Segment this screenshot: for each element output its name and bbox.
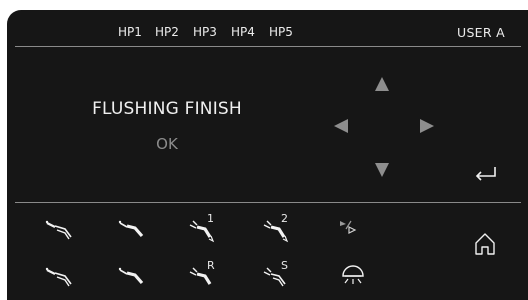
handpiece-r-button[interactable]: R: [187, 259, 223, 292]
scaler-tool-button[interactable]: [43, 215, 79, 245]
handpiece-s-label: S: [281, 259, 288, 272]
arrow-down-icon[interactable]: [375, 163, 389, 177]
handpiece-r-label: R: [207, 259, 215, 272]
scaler-2-icon: [45, 267, 72, 287]
status-message: FLUSHING FINISH: [92, 99, 242, 119]
hp2-tab[interactable]: HP2: [155, 25, 179, 39]
control-panel-screen: HP1 HP2 HP3 HP4 HP5 USER A FLUSHING FINI…: [7, 10, 528, 300]
handpiece-s-icon: [263, 267, 286, 287]
user-label[interactable]: USER A: [457, 25, 505, 40]
hp5-tab[interactable]: HP5: [269, 25, 293, 39]
enter-icon: [475, 167, 496, 181]
air-syringe-button[interactable]: [115, 215, 151, 245]
home-button[interactable]: [474, 232, 496, 256]
bottom-divider: [15, 202, 521, 203]
handpiece-1-icon: [189, 220, 215, 243]
home-icon: [475, 233, 495, 255]
air-syringe-2-button[interactable]: [115, 262, 151, 292]
light-icon: [342, 265, 364, 284]
hp4-tab[interactable]: HP4: [231, 25, 255, 39]
top-divider: [15, 46, 521, 47]
foot-pedal-button[interactable]: [335, 215, 371, 245]
arrow-up-icon[interactable]: [375, 77, 389, 91]
handpiece-1-label: 1: [207, 212, 214, 225]
handpiece-2-button[interactable]: 2: [261, 212, 297, 245]
top-bar: HP1 HP2 HP3 HP4 HP5 USER A: [7, 10, 528, 46]
arrow-left-icon[interactable]: [334, 119, 348, 133]
hp3-tab[interactable]: HP3: [193, 25, 217, 39]
syringe-2-icon: [118, 267, 144, 285]
scaler-icon: [45, 220, 72, 240]
pedal-icon: [340, 220, 357, 234]
hp1-tab[interactable]: HP1: [118, 25, 142, 39]
syringe-icon: [118, 220, 144, 238]
ok-button[interactable]: OK: [82, 135, 252, 153]
operating-light-button[interactable]: [335, 262, 371, 292]
scaler-2-tool-button[interactable]: [43, 262, 79, 292]
arrow-right-icon[interactable]: [420, 119, 434, 133]
handpiece-2-icon: [263, 220, 289, 243]
handpiece-1-button[interactable]: 1: [187, 212, 223, 245]
handpiece-s-button[interactable]: S: [261, 259, 297, 292]
handpiece-r-icon: [189, 267, 212, 285]
enter-button[interactable]: [473, 165, 499, 183]
handpiece-2-label: 2: [281, 212, 288, 225]
